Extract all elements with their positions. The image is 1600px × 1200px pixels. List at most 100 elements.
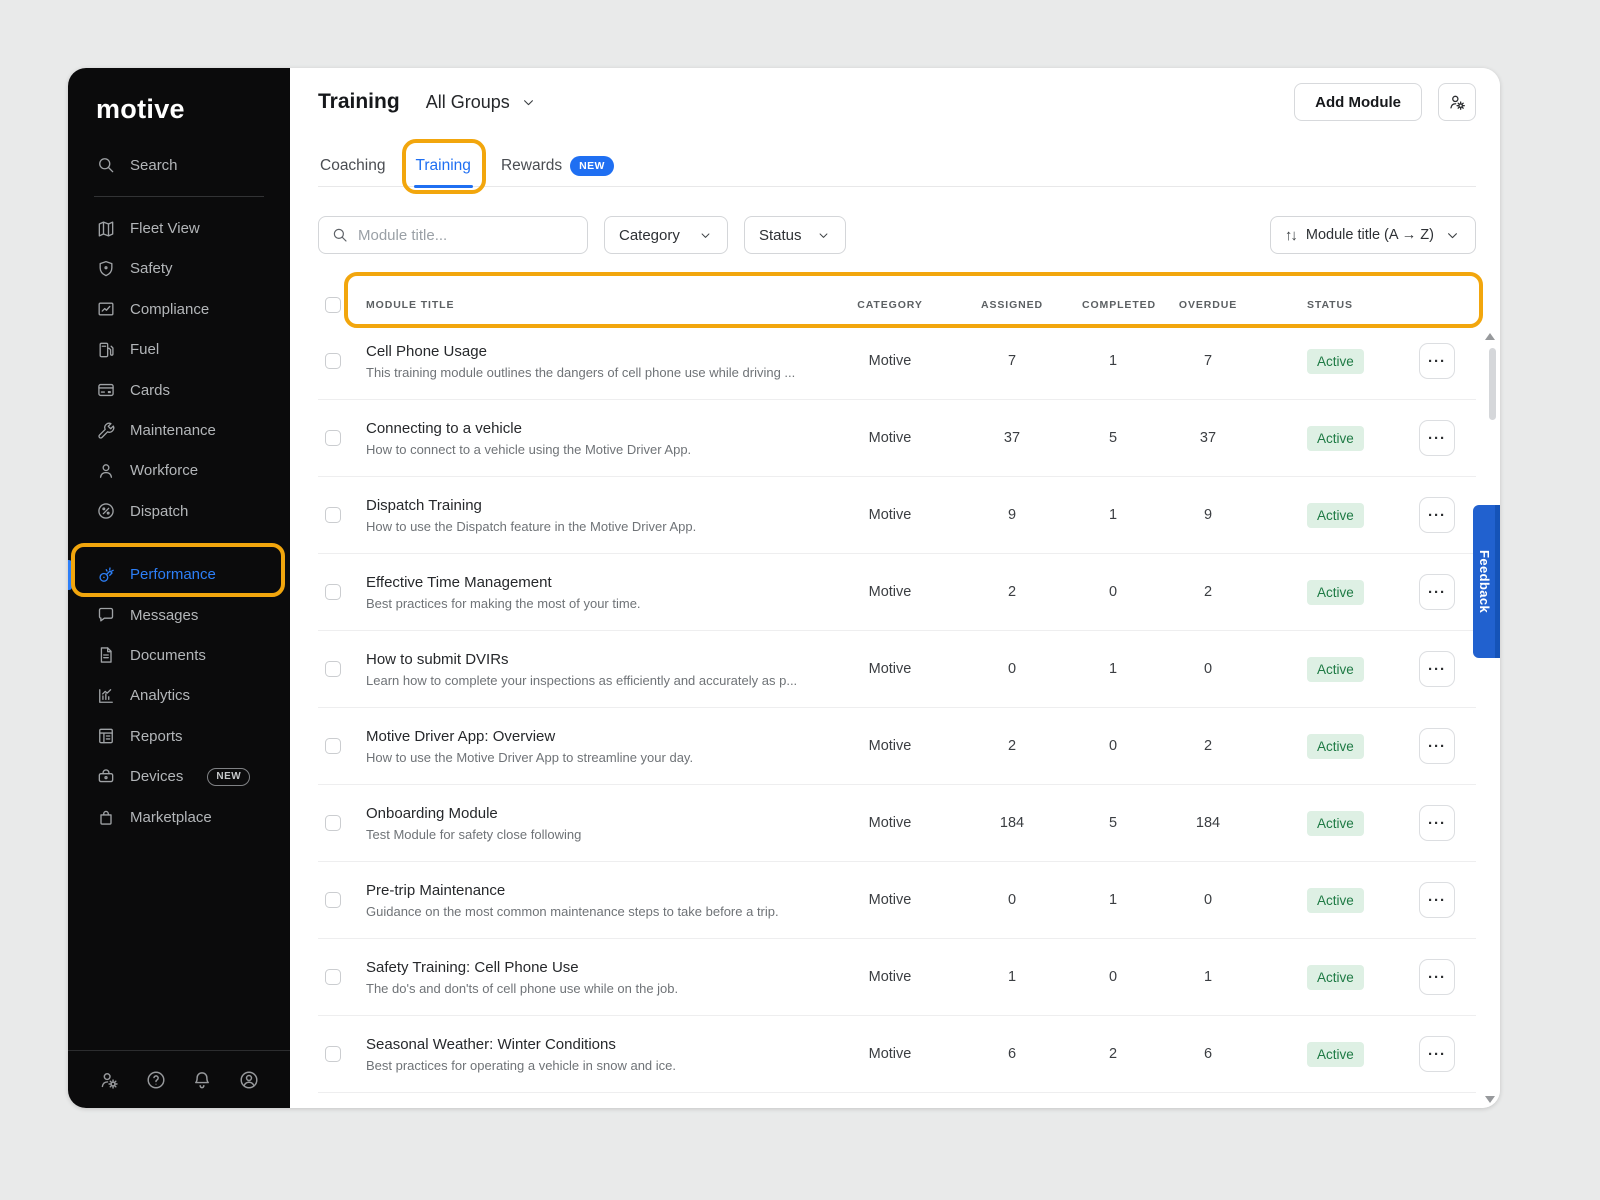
user-settings-button[interactable]	[1438, 83, 1476, 121]
sidebar-item-cards[interactable]: Cards	[68, 370, 290, 410]
feedback-tab[interactable]: Feedback	[1473, 505, 1500, 658]
sidebar-item-performance[interactable]: Performance	[68, 555, 290, 595]
account-button[interactable]	[238, 1069, 260, 1091]
row-checkbox[interactable]	[325, 353, 341, 369]
module-title[interactable]: Seasonal Weather: Winter Conditions	[366, 1036, 838, 1053]
sort-selector[interactable]: ↑↓ Module title (A → Z)	[1270, 216, 1476, 254]
module-title[interactable]: Safety Training: Cell Phone Use	[366, 959, 838, 976]
row-checkbox[interactable]	[325, 738, 341, 754]
sidebar-item-marketplace[interactable]: Marketplace	[68, 797, 290, 837]
row-menu-button[interactable]: ···	[1419, 728, 1455, 764]
row-checkbox[interactable]	[325, 892, 341, 908]
document-icon	[96, 645, 116, 665]
column-header-completed[interactable]: COMPLETED	[1082, 299, 1144, 311]
sidebar-item-analytics[interactable]: Analytics	[68, 676, 290, 716]
row-menu-button[interactable]: ···	[1419, 497, 1455, 533]
module-title[interactable]: Onboarding Module	[366, 805, 838, 822]
module-category: Motive	[838, 892, 942, 908]
module-title[interactable]: Connecting to a vehicle	[366, 420, 838, 437]
overdue-count: 1	[1144, 969, 1272, 985]
sidebar-item-fleet-view[interactable]: Fleet View	[68, 208, 290, 248]
user-settings-icon	[1447, 92, 1467, 112]
row-menu-button[interactable]: ···	[1419, 420, 1455, 456]
module-category: Motive	[838, 1046, 942, 1062]
row-menu-button[interactable]: ···	[1419, 574, 1455, 610]
row-checkbox[interactable]	[325, 969, 341, 985]
module-description: Test Module for safety close following	[366, 827, 838, 842]
table-row: Seasonal Weather: Winter Conditions Best…	[318, 1016, 1476, 1093]
assigned-count: 6	[942, 1046, 1082, 1062]
category-filter[interactable]: Category	[604, 216, 728, 254]
compliance-icon	[96, 299, 116, 319]
sidebar-item-label: Documents	[130, 647, 206, 664]
row-menu-button[interactable]: ···	[1419, 343, 1455, 379]
completed-count: 2	[1082, 1046, 1144, 1062]
sidebar-footer	[68, 1050, 290, 1108]
module-title[interactable]: How to submit DVIRs	[366, 651, 838, 668]
module-category: Motive	[838, 584, 942, 600]
notifications-button[interactable]	[191, 1069, 213, 1091]
tab-coaching[interactable]: Coaching	[318, 145, 388, 186]
module-title[interactable]: Dispatch Training	[366, 497, 838, 514]
sidebar-item-reports[interactable]: Reports	[68, 716, 290, 756]
ellipsis-icon: ···	[1428, 1047, 1446, 1062]
sidebar-item-dispatch[interactable]: Dispatch	[68, 491, 290, 531]
status-badge: Active	[1307, 888, 1364, 913]
sidebar-item-fuel[interactable]: Fuel	[68, 330, 290, 370]
column-header-overdue[interactable]: OVERDUE	[1144, 299, 1272, 311]
sidebar-item-messages[interactable]: Messages	[68, 595, 290, 635]
scrollbar-thumb[interactable]	[1489, 348, 1496, 420]
overdue-count: 2	[1144, 738, 1272, 754]
ellipsis-icon: ···	[1428, 354, 1446, 369]
sidebar-item-workforce[interactable]: Workforce	[68, 451, 290, 491]
status-filter[interactable]: Status	[744, 216, 846, 254]
column-header-module-title[interactable]: MODULE TITLE	[348, 299, 838, 311]
row-checkbox[interactable]	[325, 1046, 341, 1062]
select-all-checkbox[interactable]	[325, 297, 341, 313]
user-settings-button[interactable]	[98, 1069, 120, 1091]
tab-training[interactable]: Training	[414, 145, 473, 186]
table-body: Cell Phone Usage This training module ou…	[318, 323, 1476, 1093]
ellipsis-icon: ···	[1428, 508, 1446, 523]
row-menu-button[interactable]: ···	[1419, 959, 1455, 995]
row-checkbox[interactable]	[325, 430, 341, 446]
column-header-status[interactable]: STATUS	[1272, 299, 1418, 311]
tab-rewards[interactable]: Rewards NEW	[499, 145, 616, 186]
module-title[interactable]: Pre-trip Maintenance	[366, 882, 838, 899]
column-header-assigned[interactable]: ASSIGNED	[942, 299, 1082, 311]
completed-count: 0	[1082, 584, 1144, 600]
row-menu-button[interactable]: ···	[1419, 882, 1455, 918]
sidebar-item-label: Marketplace	[130, 809, 212, 826]
scrollbar-down-arrow[interactable]	[1485, 1096, 1495, 1103]
module-category: Motive	[838, 507, 942, 523]
scrollbar-up-arrow[interactable]	[1485, 333, 1495, 340]
person-icon	[96, 461, 116, 481]
add-module-button[interactable]: Add Module	[1294, 83, 1422, 121]
chevron-down-icon	[1444, 227, 1461, 244]
sidebar-divider	[94, 543, 264, 544]
completed-count: 1	[1082, 892, 1144, 908]
sidebar-item-devices[interactable]: DevicesNEW	[68, 756, 290, 796]
sidebar-item-documents[interactable]: Documents	[68, 635, 290, 675]
module-search-input[interactable]	[358, 227, 575, 244]
help-button[interactable]	[145, 1069, 167, 1091]
sidebar-item-label: Messages	[130, 607, 198, 624]
row-checkbox[interactable]	[325, 507, 341, 523]
row-menu-button[interactable]: ···	[1419, 1036, 1455, 1072]
row-menu-button[interactable]: ···	[1419, 805, 1455, 841]
sidebar-item-safety[interactable]: Safety	[68, 249, 290, 289]
row-checkbox[interactable]	[325, 661, 341, 677]
module-title[interactable]: Effective Time Management	[366, 574, 838, 591]
sidebar-item-search[interactable]: Search	[68, 145, 290, 185]
module-title[interactable]: Cell Phone Usage	[366, 343, 838, 360]
module-title[interactable]: Motive Driver App: Overview	[366, 728, 838, 745]
sidebar: motive SearchFleet ViewSafetyComplianceF…	[68, 68, 290, 1108]
completed-count: 5	[1082, 430, 1144, 446]
sidebar-item-compliance[interactable]: Compliance	[68, 289, 290, 329]
group-selector[interactable]: All Groups	[426, 92, 537, 113]
row-checkbox[interactable]	[325, 584, 341, 600]
row-menu-button[interactable]: ···	[1419, 651, 1455, 687]
column-header-category[interactable]: CATEGORY	[838, 299, 942, 311]
row-checkbox[interactable]	[325, 815, 341, 831]
sidebar-item-maintenance[interactable]: Maintenance	[68, 410, 290, 450]
